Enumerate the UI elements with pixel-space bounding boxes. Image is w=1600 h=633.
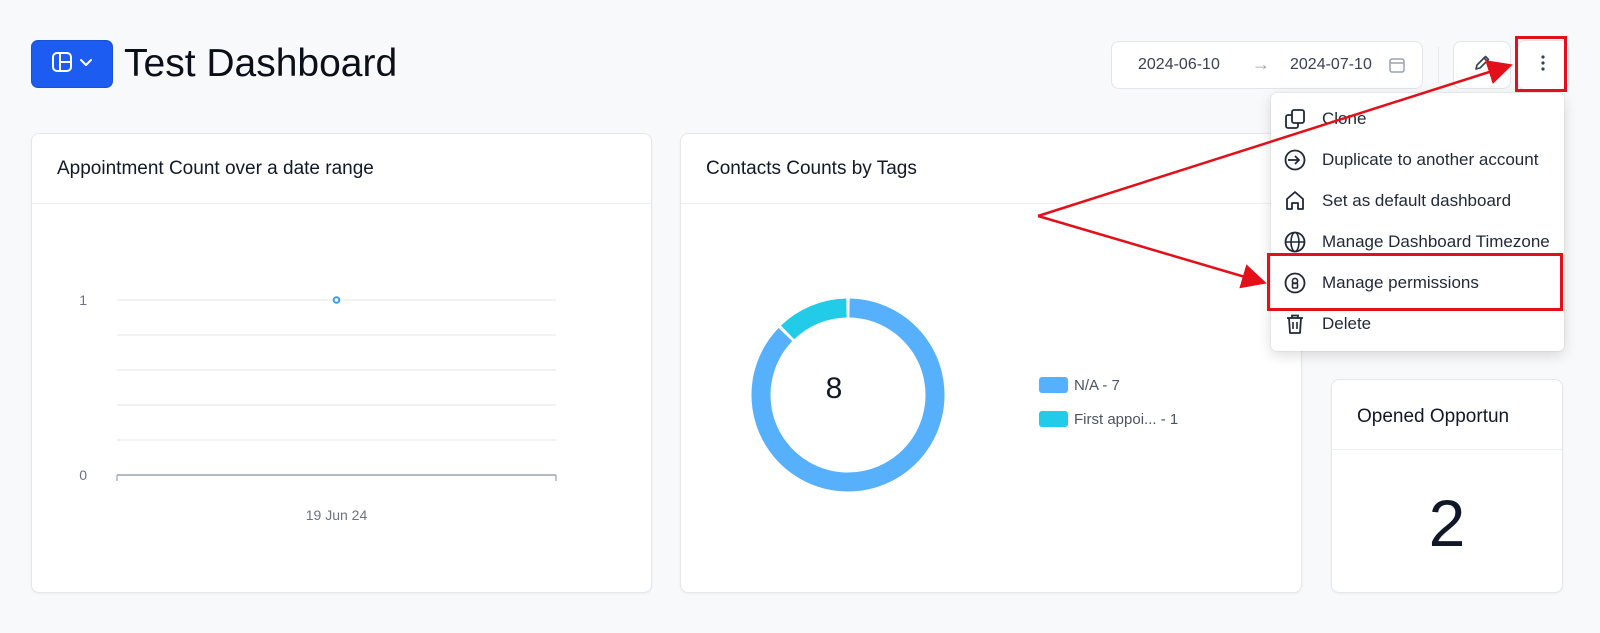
menu-item-set-default[interactable]: Set as default dashboard xyxy=(1271,180,1564,221)
card-title: Opened Opportun xyxy=(1332,380,1562,450)
pencil-icon xyxy=(1472,53,1492,78)
header-divider xyxy=(1438,47,1439,83)
menu-item-label: Duplicate to another account xyxy=(1322,149,1539,169)
annotation-box-permissions xyxy=(1267,253,1563,311)
dashboard-options-menu: Clone Duplicate to another account Set a… xyxy=(1271,93,1564,351)
globe-icon xyxy=(1282,229,1308,255)
calendar-icon[interactable] xyxy=(1388,56,1406,79)
legend-item-na[interactable]: N/A - 7 xyxy=(1039,368,1178,402)
chart-legend: N/A - 7 First appoi... - 1 xyxy=(1039,368,1178,436)
date-end[interactable]: 2024-07-10 xyxy=(1290,56,1372,74)
page-title: Test Dashboard xyxy=(124,42,398,85)
legend-label: N/A - 7 xyxy=(1074,376,1120,394)
menu-item-label: Delete xyxy=(1322,313,1372,333)
opportunity-count: 2 xyxy=(1428,486,1466,560)
arrow-right-icon: → xyxy=(1252,54,1270,74)
x-tick-label: 19 Jun 24 xyxy=(306,507,368,523)
legend-swatch xyxy=(1039,377,1068,393)
y-tick-label: 0 xyxy=(79,467,87,483)
appointment-line-chart: 0 1 19 Jun 24 xyxy=(79,292,557,523)
dashboard-switcher-button[interactable] xyxy=(31,40,113,88)
trash-icon xyxy=(1282,311,1308,337)
donut-slice-first-appointment xyxy=(780,298,847,340)
date-start[interactable]: 2024-06-10 xyxy=(1138,56,1220,74)
data-point xyxy=(332,296,341,304)
duplicate-icon xyxy=(1282,147,1308,173)
card-title: Contacts Counts by Tags xyxy=(681,134,1301,204)
legend-label: First appoi... - 1 xyxy=(1074,410,1179,428)
chevron-down-icon xyxy=(79,55,93,74)
menu-item-label: Manage Dashboard Timezone xyxy=(1322,231,1550,251)
appointment-count-card: Appointment Count over a date range 0 1 19… xyxy=(31,133,652,593)
menu-item-clone[interactable]: Clone xyxy=(1271,98,1564,139)
legend-item-first-appointment[interactable]: First appoi... - 1 xyxy=(1039,402,1178,436)
donut-total: 8 xyxy=(825,372,843,405)
date-range-picker[interactable]: 2024-06-10 → 2024-07-10 xyxy=(1111,41,1423,89)
layout-icon xyxy=(51,51,73,78)
menu-item-duplicate[interactable]: Duplicate to another account xyxy=(1271,139,1564,180)
home-icon xyxy=(1282,188,1308,214)
tags-donut-chart xyxy=(751,298,945,492)
card-title: Appointment Count over a date range xyxy=(32,134,651,204)
menu-item-label: Set as default dashboard xyxy=(1322,190,1512,210)
legend-swatch xyxy=(1039,411,1068,427)
annotation-box-more-button xyxy=(1515,36,1567,92)
y-tick-label: 1 xyxy=(79,292,87,308)
clone-icon xyxy=(1282,106,1308,132)
contacts-by-tags-card: Contacts Counts by Tags 8 N/A - 7 First … xyxy=(680,133,1302,593)
opened-opportunities-card: Opened Opportun 2 xyxy=(1331,379,1563,593)
menu-item-label: Clone xyxy=(1322,108,1367,128)
edit-button[interactable] xyxy=(1453,41,1511,89)
